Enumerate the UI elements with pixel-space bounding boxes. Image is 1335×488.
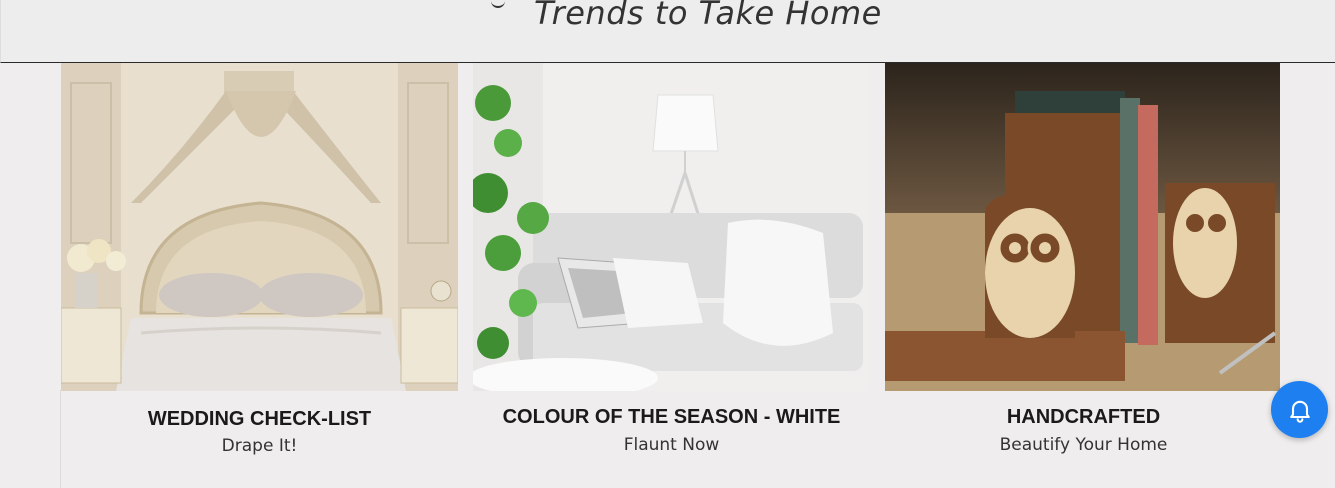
card-subtitle: Flaunt Now <box>623 435 720 455</box>
divider <box>60 390 61 488</box>
decorative-swirl <box>491 0 505 8</box>
card-title[interactable]: COLOUR OF THE SEASON - WHITE <box>473 406 870 429</box>
card-colour-of-season[interactable]: COLOUR OF THE SEASON - WHITE Flaunt Now <box>473 63 870 488</box>
owl-bookends-image[interactable] <box>885 63 1280 391</box>
wedding-bedroom-image[interactable] <box>61 63 458 391</box>
section-title: Trends to Take Home <box>534 0 882 32</box>
card-subtitle: Beautify Your Home <box>999 435 1168 455</box>
card-subtitle: Drape It! <box>221 436 298 456</box>
trend-cards: WEDDING CHECK-LIST Drape It! COLOUR OF T… <box>0 63 1335 488</box>
card-handcrafted[interactable]: HANDCRAFTED Beautify Your Home <box>885 63 1282 488</box>
card-title[interactable]: WEDDING CHECK-LIST <box>61 408 458 431</box>
card-wedding-checklist[interactable]: WEDDING CHECK-LIST Drape It! <box>61 63 458 488</box>
card-title[interactable]: HANDCRAFTED <box>885 406 1282 429</box>
section-header: Trends to Take Home <box>0 0 1335 63</box>
white-sofa-image[interactable] <box>473 63 868 391</box>
bell-icon <box>1289 400 1310 423</box>
notification-button[interactable] <box>1271 381 1328 438</box>
